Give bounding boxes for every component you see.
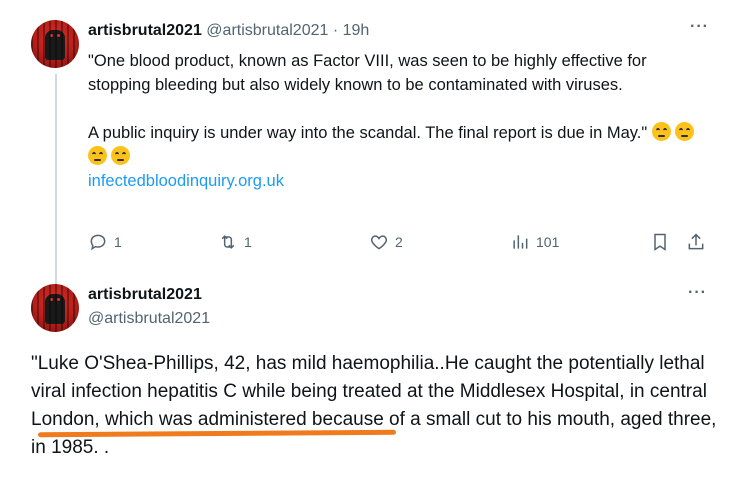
- bookmark-icon: [654, 233, 666, 251]
- views-chart-icon: [513, 235, 528, 249]
- tweet-text: "Luke O'Shea-Phillips, 42, has mild haem…: [31, 353, 717, 458]
- tweet-paragraph-text: A public inquiry is under way into the s…: [88, 124, 648, 142]
- repost-icon: [221, 235, 235, 249]
- external-link[interactable]: infectedbloodinquiry.org.uk: [88, 172, 284, 190]
- tweet-text: "One blood product, known as Factor VIII…: [88, 49, 698, 193]
- user-handle[interactable]: @artisbrutal2021: [88, 310, 210, 328]
- tweet-paragraph: A public inquiry is under way into the s…: [88, 121, 698, 169]
- thread-connector-line: [55, 74, 57, 284]
- avatar[interactable]: [31, 284, 79, 332]
- more-options-icon[interactable]: ···: [690, 18, 709, 36]
- tweet-header: artisbrutal2021 @artisbrutal2021 · 19h: [88, 22, 369, 40]
- repost-button[interactable]: 1: [218, 232, 252, 252]
- avatar[interactable]: [31, 20, 79, 68]
- reply-count: 1: [114, 234, 122, 250]
- like-button[interactable]: 2: [369, 232, 403, 252]
- display-name[interactable]: artisbrutal2021: [88, 286, 202, 304]
- reply-button[interactable]: 1: [88, 232, 122, 252]
- user-handle[interactable]: @artisbrutal2021: [206, 22, 328, 39]
- views-count: 101: [536, 234, 560, 250]
- face-with-rolling-eyes-emoji: [651, 122, 671, 141]
- tweet-actions: 1 1 2 101: [88, 232, 720, 254]
- like-count: 2: [395, 234, 403, 250]
- timestamp[interactable]: 19h: [343, 22, 370, 39]
- face-with-rolling-eyes-emoji: [88, 146, 107, 165]
- tweet-paragraph: "One blood product, known as Factor VIII…: [88, 52, 647, 94]
- bookmark-button[interactable]: [650, 232, 670, 252]
- share-icon: [688, 233, 704, 250]
- heart-icon: [370, 235, 388, 250]
- avatar-bars: [31, 20, 79, 68]
- more-options-icon[interactable]: ···: [688, 284, 707, 302]
- avatar-bars: [31, 284, 79, 332]
- repost-count: 1: [244, 234, 252, 250]
- views-button[interactable]: 101: [510, 232, 559, 252]
- reply-icon: [90, 234, 106, 251]
- display-name[interactable]: artisbrutal2021: [88, 22, 202, 39]
- face-with-rolling-eyes-emoji: [111, 146, 130, 165]
- share-button[interactable]: [686, 232, 706, 252]
- face-with-rolling-eyes-emoji: [674, 122, 694, 141]
- separator-dot: ·: [332, 22, 339, 39]
